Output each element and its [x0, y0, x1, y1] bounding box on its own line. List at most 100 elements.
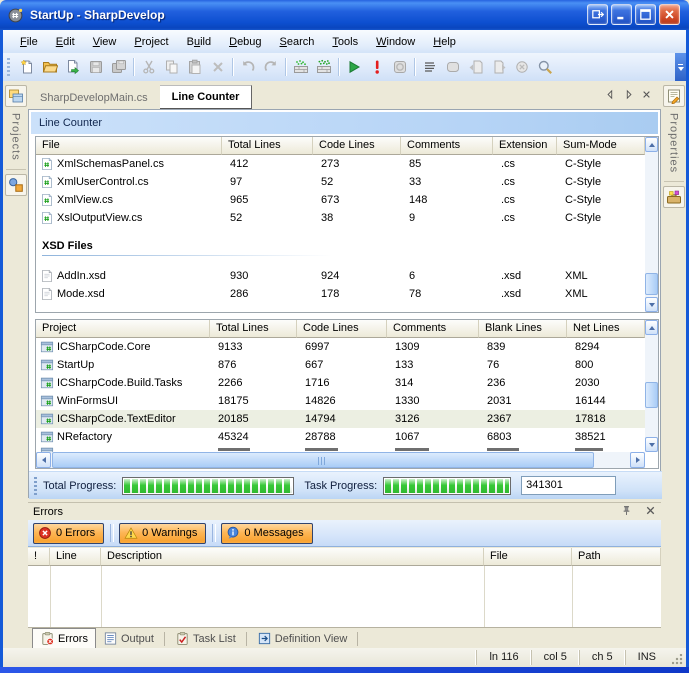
- menu-search[interactable]: Search: [271, 33, 324, 51]
- column-header-code-lines[interactable]: Code Lines: [313, 137, 401, 155]
- menu-debug[interactable]: Debug: [220, 33, 270, 51]
- build-icon[interactable]: [289, 56, 312, 79]
- files-vertical-scrollbar[interactable]: [645, 137, 658, 312]
- table-row[interactable]: WinFormsUI18175148261330203116144: [36, 392, 658, 410]
- document-tab-line-counter[interactable]: Line Counter: [160, 85, 253, 109]
- maximize-button[interactable]: [635, 4, 656, 25]
- abort-icon[interactable]: [365, 56, 388, 79]
- table-row[interactable]: AddIn.xsd9309246.xsdXML: [36, 267, 658, 285]
- group-header: XSD Files: [36, 227, 658, 267]
- menu-tools[interactable]: Tools: [323, 33, 367, 51]
- table-row[interactable]: ICSharpCode.TextEditor201851479431262367…: [36, 410, 658, 428]
- column-header-comments[interactable]: Comments: [401, 137, 493, 155]
- sidebar-tab-properties[interactable]: [663, 85, 685, 107]
- rebuild-icon[interactable]: [312, 56, 335, 79]
- csharp-file-icon: [40, 211, 54, 225]
- project-icon: [40, 340, 54, 354]
- paste-icon: [183, 56, 206, 79]
- cell: 78: [401, 288, 493, 300]
- menu-project[interactable]: Project: [125, 33, 177, 51]
- cell: 2266: [210, 377, 297, 389]
- table-row[interactable]: StartUp87666713376800: [36, 356, 658, 374]
- tab-next-icon: [622, 88, 635, 101]
- column-header-file[interactable]: File: [484, 548, 572, 566]
- toolbar-grip[interactable]: [7, 58, 10, 76]
- sidebar-tab-projects[interactable]: [5, 85, 27, 107]
- table-row[interactable]: XslOutputView.cs52389.csC-Style: [36, 209, 658, 227]
- resize-grip[interactable]: [670, 652, 684, 666]
- column-header-blank-lines[interactable]: Blank Lines: [479, 320, 567, 338]
- menu-file[interactable]: File: [11, 33, 47, 51]
- title-bar[interactable]: StartUp - SharpDevelop: [0, 0, 689, 30]
- search-icon[interactable]: [533, 56, 556, 79]
- sidebar-tab-secondary[interactable]: [5, 174, 27, 196]
- scroll-left-button[interactable]: [36, 452, 51, 468]
- bottom-tab-errors[interactable]: Errors: [32, 628, 96, 649]
- column-header-project[interactable]: Project: [36, 320, 210, 338]
- toolbar-overflow-button[interactable]: [675, 53, 686, 81]
- column-header-code-lines[interactable]: Code Lines: [297, 320, 387, 338]
- open-icon[interactable]: [38, 56, 61, 79]
- run-icon[interactable]: [342, 56, 365, 79]
- scroll-up-button[interactable]: [645, 137, 658, 152]
- column-header-[interactable]: !: [28, 548, 50, 566]
- scrollbar-thumb[interactable]: [645, 273, 658, 295]
- scrollbar-thumb[interactable]: [645, 382, 658, 408]
- document-tab-sharpdevelopmain-cs[interactable]: SharpDevelopMain.cs: [28, 87, 160, 109]
- new-file-icon[interactable]: [15, 56, 38, 79]
- table-row[interactable]: NRefactory45324287881067680338521: [36, 428, 658, 446]
- minimize-button[interactable]: [611, 4, 632, 25]
- bottom-tab-task-list[interactable]: Task List: [168, 629, 243, 648]
- filter-button-0-errors[interactable]: 0 Errors: [33, 523, 104, 544]
- filter-button-0-warnings[interactable]: 0 Warnings: [119, 523, 206, 544]
- column-header-net-lines[interactable]: Net Lines: [567, 320, 645, 338]
- table-row[interactable]: Mode.xsd28617878.xsdXML: [36, 285, 658, 303]
- column-header-comments[interactable]: Comments: [387, 320, 479, 338]
- float-button[interactable]: [587, 4, 608, 25]
- projects-horizontal-scrollbar[interactable]: [36, 452, 645, 468]
- projects-vertical-scrollbar[interactable]: [645, 320, 658, 452]
- tab-prev-button[interactable]: [603, 87, 617, 101]
- scrollbar-thumb[interactable]: [52, 452, 594, 468]
- column-header-path[interactable]: Path: [572, 548, 661, 566]
- scroll-down-button[interactable]: [645, 297, 658, 312]
- table-row[interactable]: XmlSchemasPanel.cs41227385.csC-Style: [36, 155, 658, 173]
- bottom-tab-definition-view[interactable]: Definition View: [250, 629, 355, 648]
- float-button: [590, 7, 605, 22]
- table-row[interactable]: ICSharpCode.Build.Tasks22661716314236203…: [36, 374, 658, 392]
- table-row[interactable]: XmlView.cs965673148.csC-Style: [36, 191, 658, 209]
- tab-close-button[interactable]: [639, 87, 653, 101]
- document-tab-strip: SharpDevelopMain.csLine Counter: [28, 84, 661, 109]
- menu-build[interactable]: Build: [178, 33, 220, 51]
- menu-help[interactable]: Help: [424, 33, 465, 51]
- filter-button-0-messages[interactable]: 0 Messages: [221, 523, 312, 544]
- table-row[interactable]: ICSharpCode.Core9133699713098398294: [36, 338, 658, 356]
- cell: 38521: [567, 431, 645, 443]
- column-header-extension[interactable]: Extension: [493, 137, 557, 155]
- table-row[interactable]: XmlUserControl.cs975233.csC-Style: [36, 173, 658, 191]
- column-header-description[interactable]: Description: [101, 548, 484, 566]
- tab-next-button[interactable]: [621, 87, 635, 101]
- line-counter-view: Line Counter FileTotal LinesCode LinesCo…: [28, 109, 661, 498]
- column-header-line[interactable]: Line: [50, 548, 101, 566]
- pin-button[interactable]: [615, 504, 633, 520]
- grid-column-line: [101, 566, 102, 627]
- sidebar-tab-secondary[interactable]: [663, 186, 685, 208]
- column-header-total-lines[interactable]: Total Lines: [222, 137, 313, 155]
- bottom-tab-output[interactable]: Output: [96, 629, 161, 648]
- panel-close-button[interactable]: [639, 504, 657, 520]
- scroll-up-button[interactable]: [645, 320, 658, 335]
- menu-view[interactable]: View: [84, 33, 126, 51]
- bookmark-list-icon[interactable]: [418, 56, 441, 79]
- scroll-down-button[interactable]: [645, 437, 658, 452]
- menu-window[interactable]: Window: [367, 33, 424, 51]
- progress-band-grip[interactable]: [34, 477, 37, 495]
- column-header-file[interactable]: File: [36, 137, 222, 155]
- save-as-icon[interactable]: [61, 56, 84, 79]
- menu-edit[interactable]: Edit: [47, 33, 84, 51]
- close-button[interactable]: [659, 4, 680, 25]
- abort-icon: [369, 59, 385, 75]
- scroll-right-button[interactable]: [630, 452, 645, 468]
- column-header-total-lines[interactable]: Total Lines: [210, 320, 297, 338]
- column-header-sum-mode[interactable]: Sum-Mode: [557, 137, 645, 155]
